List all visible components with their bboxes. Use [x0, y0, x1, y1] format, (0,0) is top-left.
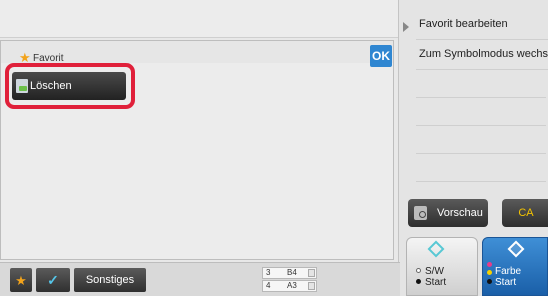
empty-action-slot — [416, 154, 546, 182]
color-start-label-1: Farbe — [495, 266, 522, 277]
paper-tray-4[interactable]: 4 A3 — [262, 280, 317, 292]
color-dot-magenta — [487, 262, 492, 267]
preview-button[interactable]: Vorschau — [408, 199, 488, 227]
ok-button[interactable]: OK — [370, 45, 392, 67]
tray-size: A3 — [287, 281, 297, 290]
clear-all-button[interactable]: CA — [502, 199, 548, 227]
empty-action-slot — [416, 126, 546, 154]
tray-number: 4 — [266, 281, 271, 290]
arrow-right-icon[interactable] — [403, 22, 409, 32]
tray-level-icon — [308, 269, 315, 277]
color-dot-yellow — [487, 270, 492, 275]
other-button[interactable]: Sonstiges — [74, 268, 146, 292]
top-strip — [0, 0, 400, 38]
ok-label: OK — [372, 49, 390, 63]
tray-number: 3 — [266, 268, 271, 277]
other-label: Sonstiges — [85, 274, 135, 286]
clear-all-label: CA — [518, 207, 534, 219]
copier-screen: Favorit bearbeiten Zum Symbolmodus wechs… — [0, 0, 548, 296]
color-dot-black — [487, 279, 492, 284]
tray-level-icon — [308, 282, 315, 290]
paper-tray-3[interactable]: 3 B4 — [262, 267, 317, 279]
switch-icon-mode-item[interactable]: Zum Symbolmodus wechseln — [416, 40, 548, 70]
preview-icon — [414, 206, 427, 220]
star-icon: ★ — [15, 272, 27, 288]
edit-favorite-item[interactable]: Favorit bearbeiten — [416, 10, 548, 40]
bw-start-label-1: S/W — [425, 266, 444, 277]
preview-label: Vorschau — [437, 207, 483, 219]
checkmark-icon: ✓ — [47, 271, 59, 288]
bw-indicator-dot — [416, 268, 421, 273]
empty-action-slot — [416, 98, 546, 126]
check-button[interactable]: ✓ — [36, 268, 70, 292]
highlight-frame — [5, 63, 135, 109]
favorite-button[interactable]: ★ — [10, 268, 32, 292]
empty-action-slot — [416, 70, 546, 98]
bw-start-label-2: Start — [425, 277, 447, 288]
bw-indicator-dot — [416, 279, 421, 284]
color-start-label-2: Start — [495, 277, 517, 288]
tray-size: B4 — [287, 268, 297, 277]
